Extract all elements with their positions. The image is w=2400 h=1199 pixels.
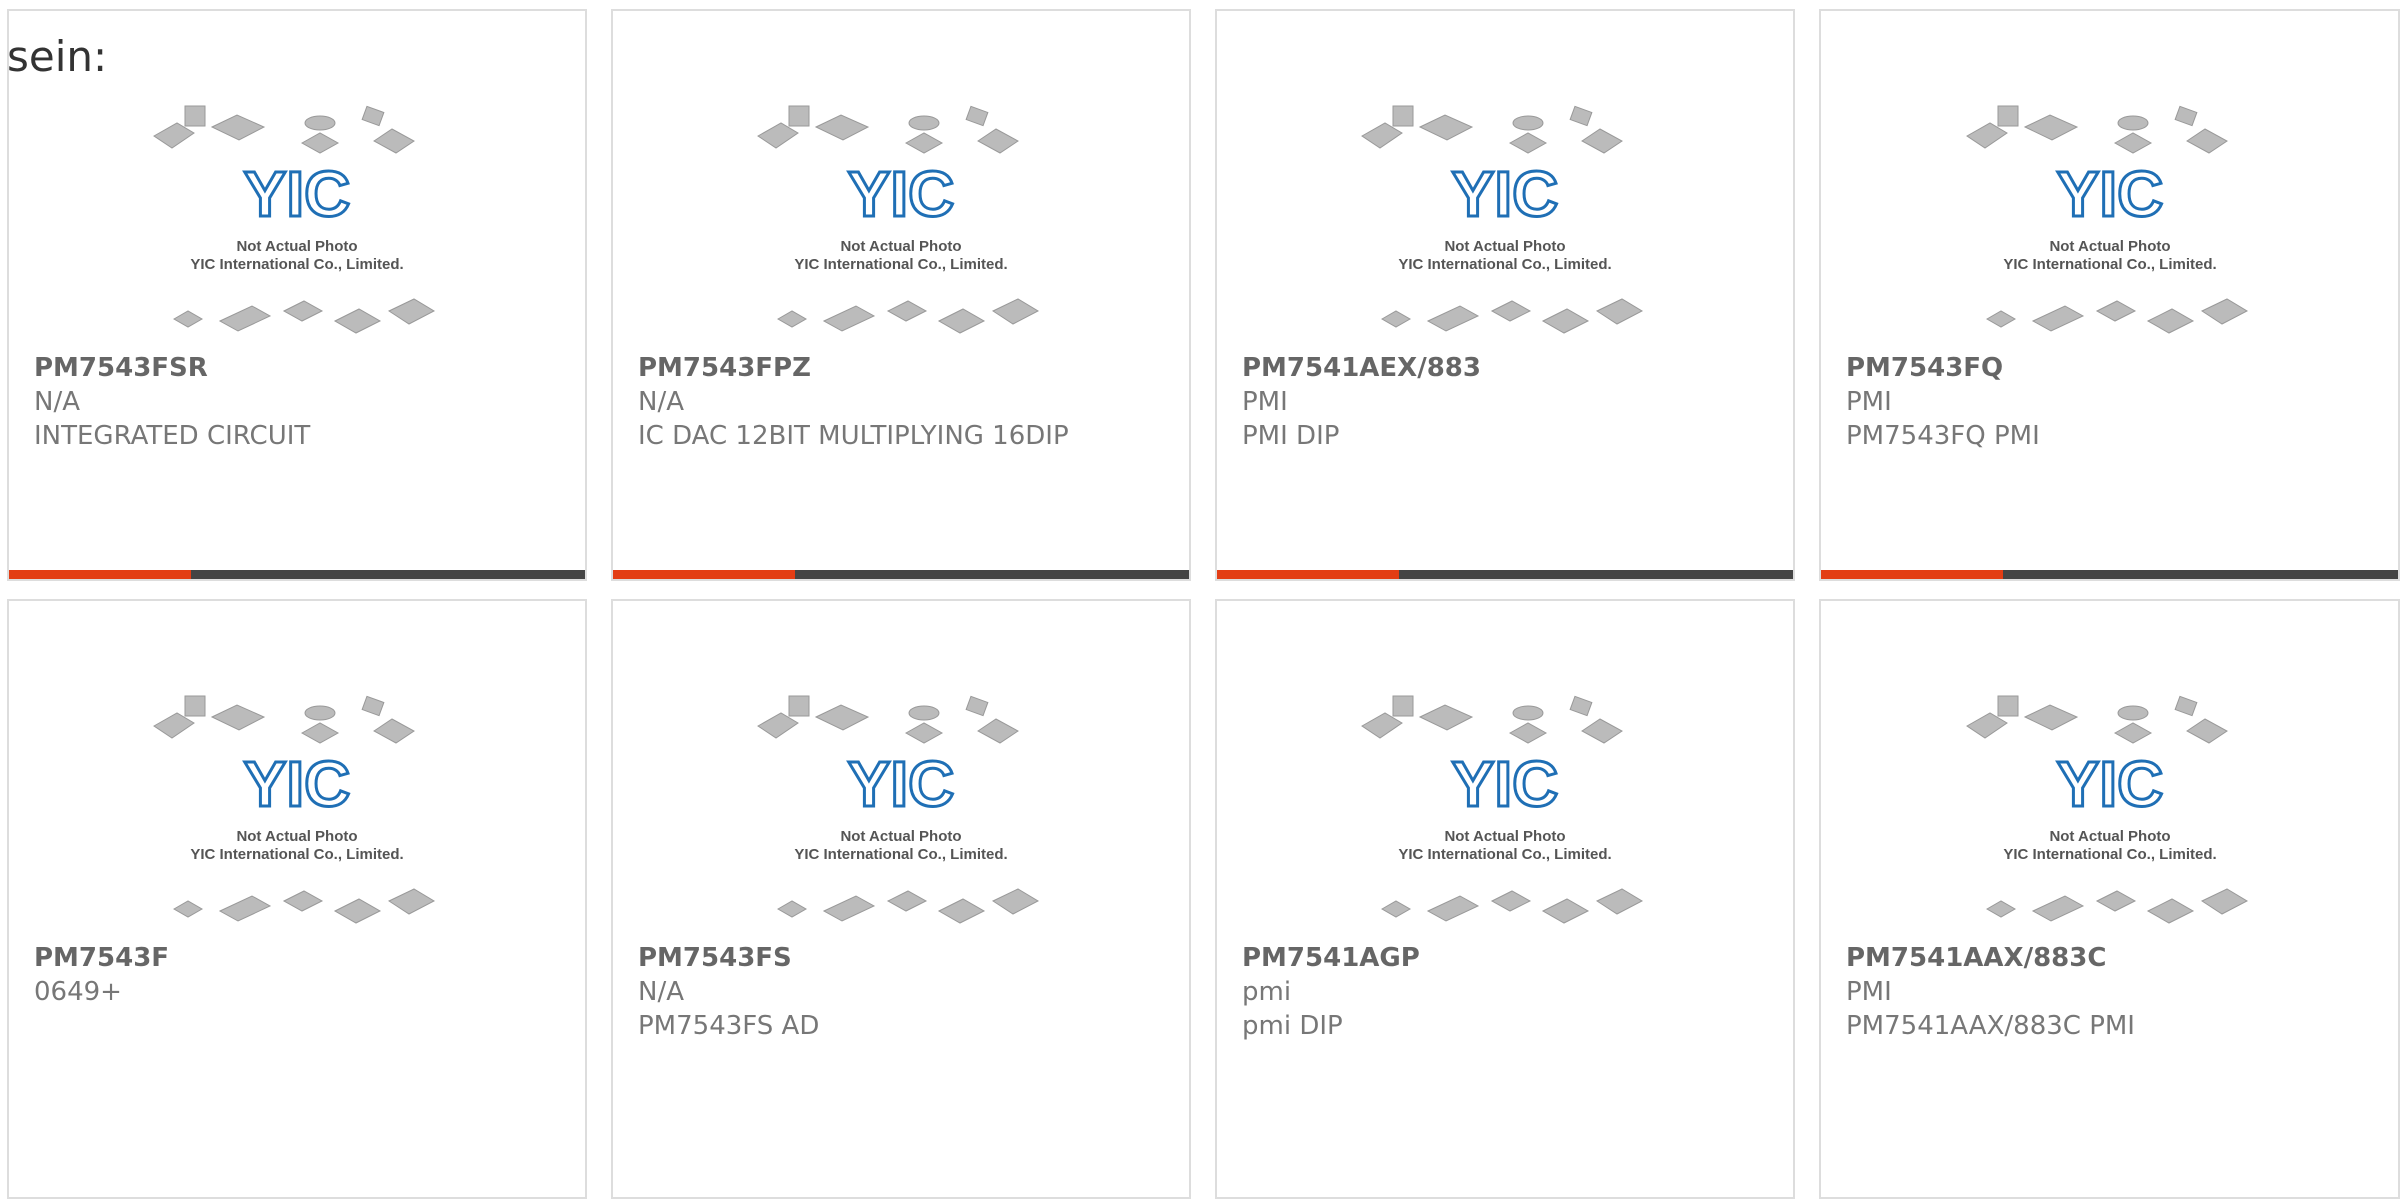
product-card[interactable]: YIC Not Actual Photo YIC International C… — [611, 9, 1191, 581]
manufacturer: N/A — [34, 387, 80, 417]
placeholder-line2: YIC International Co., Limited. — [794, 846, 1007, 863]
product-image[interactable]: YIC Not Actual Photo YIC International C… — [1821, 601, 2398, 943]
card-bottom-bar — [9, 570, 585, 579]
yic-logo: YIC — [848, 748, 955, 820]
product-card[interactable]: YIC Not Actual Photo YIC International C… — [611, 599, 1191, 1199]
placeholder-line2: YIC International Co., Limited. — [1398, 256, 1611, 273]
manufacturer: PMI — [1846, 977, 1892, 1007]
placeholder-line2: YIC International Co., Limited. — [2003, 846, 2216, 863]
part-number[interactable]: PM7543FPZ — [638, 351, 1159, 385]
manufacturer: N/A — [638, 977, 684, 1007]
product-card[interactable]: YIC Not Actual Photo YIC International C… — [7, 9, 587, 581]
card-bottom-bar — [613, 570, 1189, 579]
part-number[interactable]: PM7543F — [34, 941, 555, 975]
manufacturer: PMI — [1846, 387, 1892, 417]
placeholder-line1: Not Actual Photo — [1444, 238, 1565, 255]
product-card[interactable]: YIC Not Actual Photo YIC International C… — [7, 599, 587, 1199]
manufacturer: pmi — [1242, 977, 1292, 1007]
description: PMI DIP — [1242, 421, 1340, 451]
placeholder-line1: Not Actual Photo — [1444, 828, 1565, 845]
part-number[interactable]: PM7541AAX/883C — [1846, 941, 2368, 975]
placeholder-line2: YIC International Co., Limited. — [2003, 256, 2216, 273]
yic-logo: YIC — [848, 158, 955, 230]
yic-logo: YIC — [2056, 158, 2163, 230]
placeholder-line1: Not Actual Photo — [840, 238, 961, 255]
yic-logo: YIC — [2056, 748, 2163, 820]
description: pmi DIP — [1242, 1011, 1343, 1041]
chip-placeholder-image: YIC Not Actual Photo YIC International C… — [153, 105, 436, 334]
yic-logo: YIC — [1452, 748, 1559, 820]
description: INTEGRATED CIRCUIT — [34, 421, 311, 451]
yic-logo: YIC — [1452, 158, 1559, 230]
part-number[interactable]: PM7541AEX/883 — [1242, 351, 1763, 385]
placeholder-line1: Not Actual Photo — [2049, 828, 2170, 845]
part-number[interactable]: PM7541AGP — [1242, 941, 1763, 975]
placeholder-line2: YIC International Co., Limited. — [1398, 846, 1611, 863]
product-card[interactable]: YIC Not Actual Photo YIC International C… — [1819, 599, 2400, 1199]
card-bottom-bar — [1217, 570, 1793, 579]
placeholder-line2: YIC International Co., Limited. — [190, 846, 403, 863]
product-card[interactable]: YIC Not Actual Photo YIC International C… — [1215, 599, 1795, 1199]
product-image[interactable]: YIC Not Actual Photo YIC International C… — [1217, 601, 1793, 943]
part-number[interactable]: PM7543FS — [638, 941, 1159, 975]
placeholder-line1: Not Actual Photo — [236, 238, 357, 255]
manufacturer: 0649+ — [34, 977, 122, 1007]
product-image[interactable]: YIC Not Actual Photo YIC International C… — [1821, 11, 2398, 353]
yic-logo: YIC — [244, 158, 351, 230]
manufacturer: PMI — [1242, 387, 1288, 417]
placeholder-line1: Not Actual Photo — [840, 828, 961, 845]
placeholder-line2: YIC International Co., Limited. — [190, 256, 403, 273]
intro-text: sein: — [7, 32, 108, 81]
product-card[interactable]: YIC Not Actual Photo YIC International C… — [1215, 9, 1795, 581]
product-image[interactable]: YIC Not Actual Photo YIC International C… — [613, 601, 1189, 943]
part-number[interactable]: PM7543FSR — [34, 351, 555, 385]
description: IC DAC 12BIT MULTIPLYING 16DIP — [638, 421, 1069, 451]
placeholder-line2: YIC International Co., Limited. — [794, 256, 1007, 273]
description: PM7543FQ PMI — [1846, 421, 2040, 451]
manufacturer: N/A — [638, 387, 684, 417]
part-number[interactable]: PM7543FQ — [1846, 351, 2368, 385]
placeholder-line1: Not Actual Photo — [2049, 238, 2170, 255]
product-image[interactable]: YIC Not Actual Photo YIC International C… — [613, 11, 1189, 353]
product-image[interactable]: YIC Not Actual Photo YIC International C… — [9, 601, 585, 943]
yic-logo: YIC — [244, 748, 351, 820]
description: PM7541AAX/883C PMI — [1846, 1011, 2135, 1041]
product-card[interactable]: YIC Not Actual Photo YIC International C… — [1819, 9, 2400, 581]
description: PM7543FS AD — [638, 1011, 820, 1041]
placeholder-line1: Not Actual Photo — [236, 828, 357, 845]
product-image[interactable]: YIC Not Actual Photo YIC International C… — [1217, 11, 1793, 353]
card-bottom-bar — [1821, 570, 2398, 579]
